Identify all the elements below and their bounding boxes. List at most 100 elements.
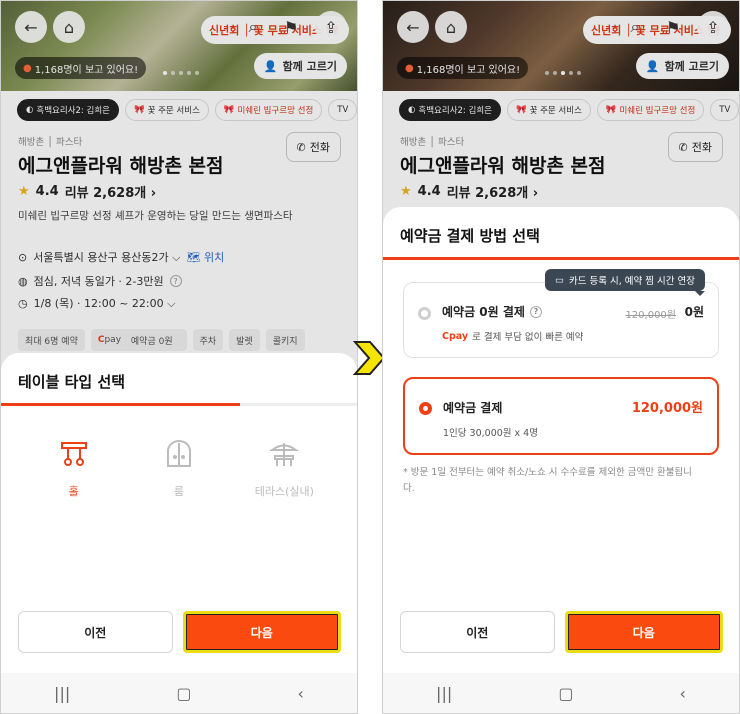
tag-chip[interactable]: TV — [328, 99, 357, 121]
amenity-chip: 주차 — [192, 329, 224, 351]
search-icon[interactable]: ⌕ — [237, 11, 269, 43]
sheet-title: 테이블 타입 선택 — [18, 373, 126, 391]
location-pin-icon: ⊙ — [18, 250, 28, 264]
back-icon[interactable]: ← — [15, 11, 47, 43]
step-progress-bar — [1, 403, 357, 406]
together-choose-button[interactable]: 👤 함께 고르기 — [635, 53, 729, 79]
option-amount: 120,000원 — [631, 401, 703, 416]
table-type-room[interactable]: 룸 — [134, 439, 224, 499]
viewer-count-badge: ● 1,168명이 보고 있어요! — [15, 57, 147, 79]
tag-chip[interactable]: ◐ 흑백요리사2: 김희은 — [399, 99, 501, 121]
share-icon[interactable]: ⇪ — [697, 11, 729, 43]
viewer-count-badge: ● 1,168명이 보고 있어요! — [397, 57, 529, 79]
cpay-logo-icon: Cpay — [442, 330, 469, 342]
clock-icon: ◷ — [18, 296, 28, 310]
restaurant-description: 미쉐린 빕구르망 선정 셰프가 운영하는 당일 만드는 생면파스타 — [18, 210, 293, 222]
home-icon[interactable]: ⌂ — [53, 11, 85, 43]
call-button[interactable]: ✆ 전화 — [285, 132, 341, 162]
deposit-pay-option[interactable]: 예약금 결제 120,000원 1인당 30,000원 x 4명 — [403, 377, 719, 455]
call-button[interactable]: ✆ 전화 — [667, 132, 723, 162]
phone-icon: ✆ — [296, 140, 306, 154]
tag-chip[interactable]: 🎀 미쉐린 빕구르망 선정 — [214, 99, 323, 121]
tag-chip[interactable]: TV — [710, 99, 739, 121]
hero-image: ← ⌂ 신년회 │ 꽃 무료 서비스 🎀 ⌕ ⚑ ⇪ ● 1,168명이 보고 있… — [1, 1, 357, 91]
bookmark-icon[interactable]: ⚑ — [275, 11, 307, 43]
back-nav-icon[interactable]: ‹ — [298, 684, 304, 703]
hero-image: ← ⌂ 신년회 │ 꽃 무료 서비스 🎀 ⌕ ⚑ ⇪ ● 1,168명이 보고 있… — [383, 1, 739, 91]
deposit-zero-option[interactable]: 예약금 0원 결제? 120,000원 0원 Cpay 로 결제 부담 없이 빠른… — [403, 282, 719, 358]
next-button[interactable]: 다음 — [182, 611, 341, 653]
option-amount: 0원 — [684, 305, 704, 319]
recent-apps-icon[interactable]: ||| — [54, 684, 70, 703]
original-price: 120,000원 — [625, 310, 676, 321]
tag-row: ◐ 흑백요리사2: 김희은 🎀 꽃 주문 서비스 🎀 미쉐린 빕구르망 선정 T… — [17, 99, 357, 121]
step-progress-bar — [383, 257, 739, 260]
tag-chip[interactable]: 🎀 미쉐린 빕구르망 선정 — [596, 99, 705, 121]
dish-icon: ◍ — [18, 274, 28, 288]
category-label: 해방촌 │ 파스타 — [400, 137, 465, 148]
person-icon: 👤 — [263, 59, 278, 73]
together-choose-button[interactable]: 👤 함께 고르기 — [253, 53, 347, 79]
hall-table-icon — [60, 442, 87, 466]
date-time-row[interactable]: ◷ 1/8 (목) · 12:00 ~ 22:00 ⌵ — [18, 295, 175, 311]
amenity-chip: 발렛 — [229, 329, 260, 351]
carousel-dots — [163, 71, 199, 75]
phone-screen-table-type: ← ⌂ 신년회 │ 꽃 무료 서비스 🎀 ⌕ ⚑ ⇪ ● 1,168명이 보고 있… — [0, 0, 358, 714]
star-icon: ★ — [400, 184, 412, 199]
fire-icon: ● — [405, 62, 414, 74]
restaurant-name: 에그앤플라워 해방촌 본점 — [400, 155, 606, 177]
map-link[interactable]: 🗺 위치 — [186, 249, 224, 265]
table-type-terrace[interactable]: 테라스(실내) — [239, 439, 329, 499]
recent-apps-icon[interactable]: ||| — [436, 684, 452, 703]
credit-card-icon: ▭ — [555, 274, 564, 286]
table-type-hall[interactable]: 홀 — [29, 439, 119, 499]
tag-chip[interactable]: ◐ 흑백요리사2: 김희은 — [17, 99, 119, 121]
radio-unselected[interactable] — [418, 307, 431, 320]
phone-screen-deposit-payment: ← ⌂ 신년회 │ 꽃 무료 서비스 🎀 ⌕ ⚑ ⇪ ● 1,168명이 보고 있… — [382, 0, 740, 714]
back-icon[interactable]: ← — [397, 11, 429, 43]
help-icon: ? — [169, 275, 182, 287]
person-icon: 👤 — [645, 59, 660, 73]
restaurant-name: 에그앤플라워 해방촌 본점 — [18, 155, 224, 177]
system-nav-bar: ||| ▢ ‹ — [1, 673, 357, 713]
option-subtext: 1인당 30,000원 x 4명 — [443, 428, 538, 439]
amenity-row: 최대 6명 예약 Cpay 예약금 0원 주차 발렛 콜키지 — [18, 329, 305, 351]
sheet-buttons: 이전 다음 — [400, 611, 723, 653]
prev-button[interactable]: 이전 — [18, 611, 173, 653]
tag-chip[interactable]: 🎀 꽃 주문 서비스 — [124, 99, 209, 121]
sheet-buttons: 이전 다음 — [18, 611, 341, 653]
amenity-chip: 최대 6명 예약 — [18, 329, 85, 351]
tag-row: ◐ 흑백요리사2: 김희은 🎀 꽃 주문 서비스 🎀 미쉐린 빕구르망 선정 T… — [399, 99, 739, 121]
star-icon: ★ — [18, 184, 30, 199]
search-icon[interactable]: ⌕ — [619, 11, 651, 43]
home-nav-icon[interactable]: ▢ — [176, 684, 191, 703]
back-nav-icon[interactable]: ‹ — [680, 684, 686, 703]
carousel-dots — [545, 71, 581, 75]
sheet-title: 예약금 결제 방법 선택 — [400, 227, 540, 245]
amenity-chip: Cpay 예약금 0원 — [90, 329, 187, 351]
option-title: 예약금 0원 결제? — [442, 303, 542, 320]
radio-selected[interactable] — [419, 402, 432, 415]
prev-button[interactable]: 이전 — [400, 611, 555, 653]
terrace-umbrella-icon — [269, 443, 300, 466]
card-tooltip: ▭ 카드 등록 시, 예약 찜 시간 연장 — [545, 269, 706, 296]
fire-icon: ● — [23, 62, 32, 74]
room-door-icon — [166, 440, 191, 467]
option-subtext: Cpay 로 결제 부담 없이 빠른 예약 — [442, 330, 584, 344]
share-icon[interactable]: ⇪ — [315, 11, 347, 43]
option-title: 예약금 결제 — [443, 401, 503, 415]
help-icon: ? — [529, 305, 542, 318]
address-row: ⊙ 서울특별시 용산구 용산동2가 ⌵ 🗺 위치 — [18, 249, 225, 265]
tag-chip[interactable]: 🎀 꽃 주문 서비스 — [506, 99, 591, 121]
next-button[interactable]: 다음 — [564, 611, 723, 653]
price-row: ◍ 점심, 저녁 동일가 · 2-3만원? — [18, 273, 182, 289]
refund-note: * 방문 1일 전부터는 예약 취소/노쇼 시 수수료를 제외한 금액만 환불됩… — [403, 467, 692, 494]
transition-arrow-icon — [352, 341, 386, 375]
table-type-sheet: 테이블 타입 선택 홀 룸 테라스(실내) 이전 다음 — [1, 353, 357, 673]
bookmark-icon[interactable]: ⚑ — [657, 11, 689, 43]
home-icon[interactable]: ⌂ — [435, 11, 467, 43]
system-nav-bar: ||| ▢ ‹ — [383, 673, 739, 713]
rating-row[interactable]: ★ 4.4 리뷰 2,628개 › — [18, 182, 156, 201]
home-nav-icon[interactable]: ▢ — [558, 684, 573, 703]
rating-row[interactable]: ★ 4.4 리뷰 2,628개 › — [400, 182, 538, 201]
